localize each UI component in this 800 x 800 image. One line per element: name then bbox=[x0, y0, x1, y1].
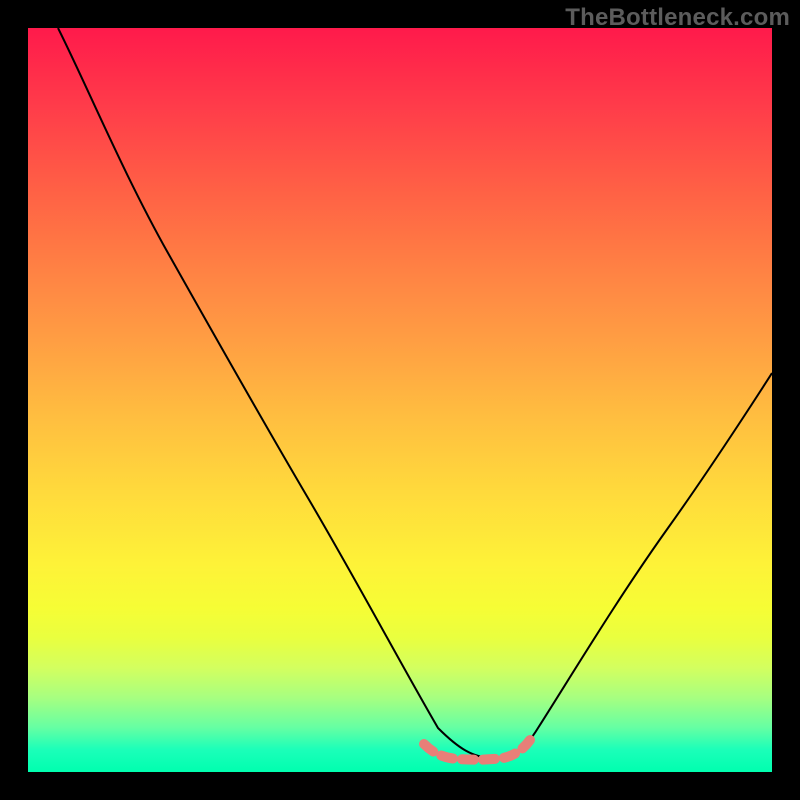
flat-bottom-dash bbox=[424, 740, 530, 760]
bottleneck-chart bbox=[28, 28, 772, 772]
bottleneck-curve bbox=[58, 28, 772, 758]
chart-plot-area bbox=[28, 28, 772, 772]
watermark-text: TheBottleneck.com bbox=[565, 4, 790, 32]
